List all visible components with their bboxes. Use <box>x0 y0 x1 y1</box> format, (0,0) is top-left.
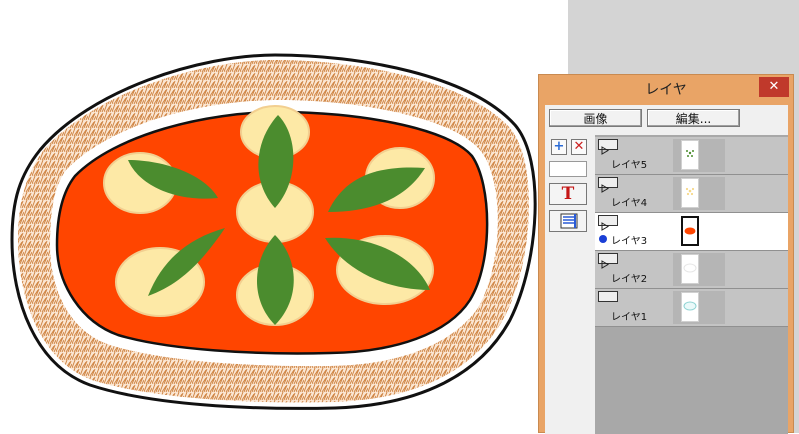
layer-name: レイヤ5 <box>611 160 648 171</box>
layer-properties-icon[interactable] <box>549 210 587 232</box>
layer-row-3[interactable]: レイヤ3 <box>595 213 788 251</box>
layer-info[interactable]: レイヤ1 <box>595 289 673 326</box>
layer-row-2[interactable]: レイヤ2 <box>595 251 788 289</box>
layer-thumbnail[interactable] <box>681 178 699 208</box>
layer-info[interactable]: レイヤ3 <box>595 213 673 250</box>
layer-thumbnail[interactable] <box>681 254 699 284</box>
close-button[interactable]: ✕ <box>759 77 789 97</box>
edit-button[interactable]: 編集... <box>647 109 740 127</box>
layer-thumbnail[interactable] <box>681 216 699 246</box>
image-button[interactable]: 画像 <box>549 109 642 127</box>
panel-body: 画像 編集... + ✕ T レイヤ5 レイヤ4 レイヤ3 レイヤ2 レイヤ1 <box>545 105 788 434</box>
raster-layer-icon[interactable] <box>598 253 618 269</box>
raster-layer-icon[interactable] <box>598 215 618 231</box>
layer-panel[interactable]: レイヤ ✕ 画像 編集... + ✕ T レイヤ5 レイヤ4 レイヤ3 レイヤ2… <box>538 74 794 434</box>
layer-name: レイヤ1 <box>611 312 648 323</box>
text-t-icon[interactable]: T <box>549 183 587 205</box>
add-layer-button[interactable]: + <box>551 139 567 155</box>
pizza-illustration[interactable] <box>0 0 568 433</box>
panel-title[interactable]: レイヤ <box>539 75 793 105</box>
layer-thumbnail[interactable] <box>681 140 699 170</box>
paper-layer-icon[interactable] <box>598 291 618 302</box>
layer-row-4[interactable]: レイヤ4 <box>595 175 788 213</box>
delete-layer-button[interactable]: ✕ <box>571 139 587 155</box>
current-layer-dot-icon <box>599 235 607 243</box>
layer-row-5[interactable]: レイヤ5 <box>595 137 788 175</box>
raster-layer-icon[interactable] <box>598 139 618 155</box>
layer-thumbnail[interactable] <box>681 292 699 322</box>
layer-option-box[interactable] <box>549 161 587 177</box>
layer-info[interactable]: レイヤ2 <box>595 251 673 288</box>
layer-name: レイヤ3 <box>611 236 648 247</box>
layer-list[interactable]: レイヤ5 レイヤ4 レイヤ3 レイヤ2 レイヤ1 <box>595 135 788 434</box>
raster-layer-icon[interactable] <box>598 177 618 193</box>
layer-name: レイヤ2 <box>611 274 648 285</box>
layer-name: レイヤ4 <box>611 198 648 209</box>
layer-info[interactable]: レイヤ4 <box>595 175 673 212</box>
layer-info[interactable]: レイヤ5 <box>595 137 673 174</box>
layer-row-1[interactable]: レイヤ1 <box>595 289 788 327</box>
drawing-canvas[interactable] <box>0 0 568 433</box>
